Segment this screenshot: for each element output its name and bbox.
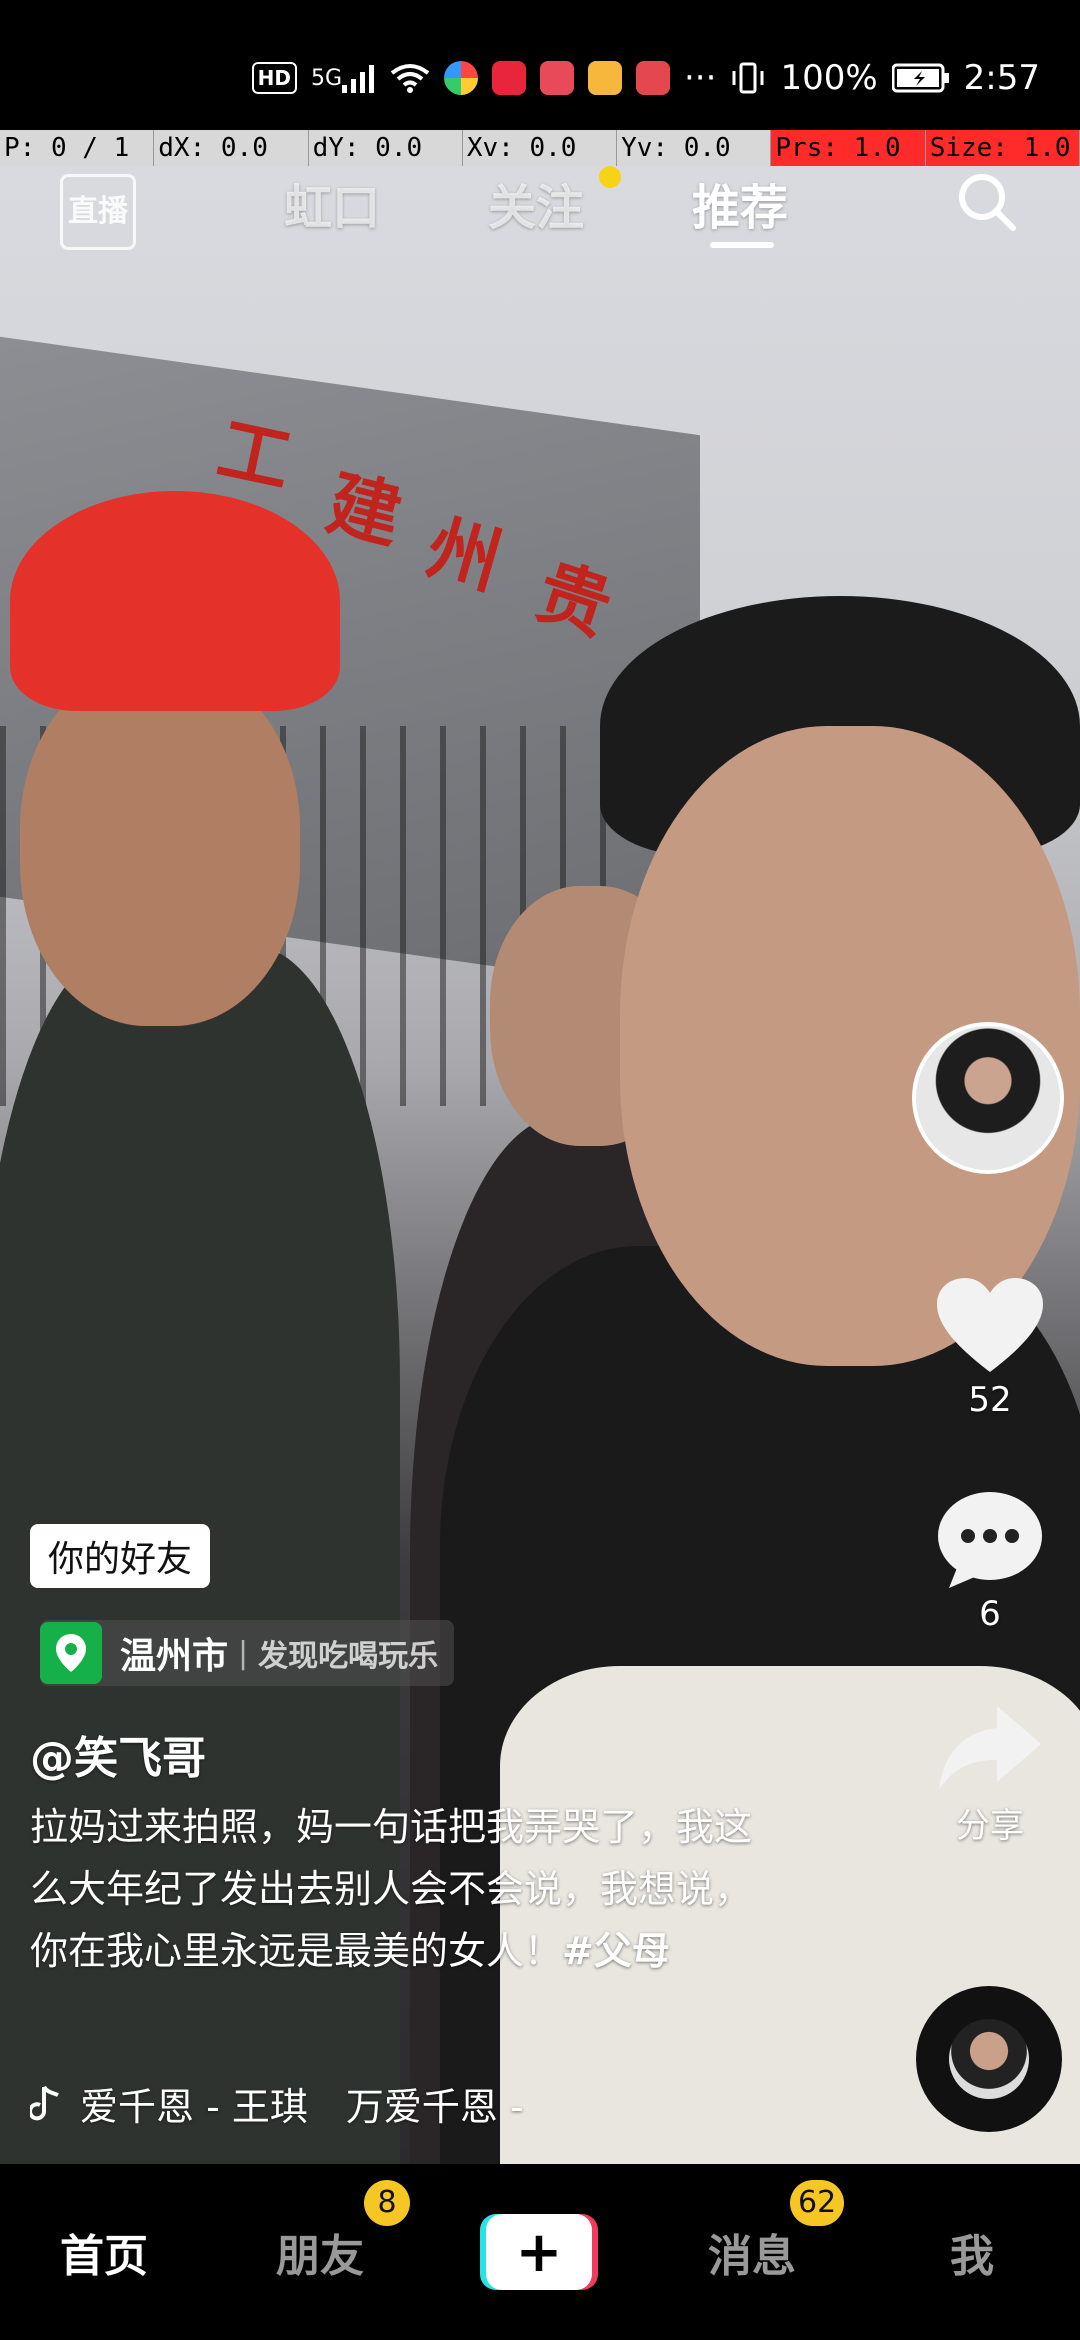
debug-yv: Yv: 0.0 xyxy=(617,130,772,166)
active-tab-indicator xyxy=(710,242,774,248)
location-tag[interactable]: 温州市 | 发现吃喝玩乐 xyxy=(40,1620,455,1686)
nav-me[interactable]: 我 xyxy=(950,2220,994,2284)
shopping-app-icon xyxy=(492,61,526,95)
vibrate-icon xyxy=(730,61,766,95)
location-city: 温州市 xyxy=(120,1636,229,1677)
tab-recommended[interactable]: 推荐 xyxy=(692,168,788,238)
debug-pressure: Prs: 1.0 xyxy=(771,130,926,166)
comment-count: 6 xyxy=(979,1594,1001,1634)
comment-icon xyxy=(938,1492,1042,1588)
tab-following[interactable]: 关注 xyxy=(488,168,584,238)
search-icon[interactable] xyxy=(955,170,1019,234)
wifi-icon xyxy=(390,63,430,93)
nav-messages[interactable]: 消息 xyxy=(708,2220,796,2284)
nav-home[interactable]: 首页 xyxy=(60,2220,148,2284)
location-pin-icon xyxy=(40,1622,102,1684)
video-red-helmet xyxy=(10,491,340,711)
author-name[interactable]: @笑飞哥 xyxy=(30,1722,206,1786)
location-subtitle: 发现吃喝玩乐 xyxy=(258,1639,439,1674)
bottom-nav: 首页 朋友 8 + 消息 62 我 xyxy=(0,2164,1080,2340)
pointer-location-bar: P: 0 / 1 dX: 0.0 dY: 0.0 Xv: 0.0 Yv: 0.0… xyxy=(0,130,1080,166)
status-bar: HD 5G ··· 100% 2:57 xyxy=(0,0,1080,130)
post-caption[interactable]: 拉妈过来拍照，妈一句话把我弄哭了，我这么大年纪了发出去别人会不会说，我想说，你在… xyxy=(30,1796,770,1982)
messages-badge: 62 xyxy=(790,2180,845,2226)
network-label: 5G xyxy=(310,65,342,91)
like-count: 52 xyxy=(968,1380,1012,1420)
author-avatar[interactable] xyxy=(912,1022,1064,1174)
music-title: 爱千恩 - 王琪 万爱千恩 - xyxy=(80,2085,524,2129)
more-notifications-icon: ··· xyxy=(684,58,717,98)
music-note-icon xyxy=(30,2085,59,2120)
hd-icon: HD xyxy=(251,62,297,94)
share-label: 分享 xyxy=(956,1806,1024,1846)
signal-icon: 5G xyxy=(311,63,376,93)
battery-percent: 100% xyxy=(780,58,878,98)
debug-dx: dX: 0.0 xyxy=(154,130,309,166)
debug-xv: Xv: 0.0 xyxy=(462,130,618,166)
nav-friends[interactable]: 朋友 xyxy=(276,2220,364,2284)
location-divider: | xyxy=(238,1635,249,1671)
clock: 2:57 xyxy=(963,58,1040,98)
book-app-icon xyxy=(636,61,670,95)
music-disc[interactable] xyxy=(916,1986,1062,2132)
music-disc-avatar xyxy=(949,2019,1029,2099)
like-button[interactable]: 52 xyxy=(930,1276,1050,1420)
create-button[interactable]: + xyxy=(480,2214,598,2290)
live-button[interactable]: 直播 xyxy=(60,174,136,250)
hashtag[interactable]: #父母 xyxy=(562,1929,670,1973)
tab-local[interactable]: 虹口 xyxy=(284,168,380,238)
share-button[interactable]: 分享 xyxy=(930,1704,1050,1847)
debug-size: Size: 1.0 xyxy=(925,130,1080,166)
video-person-left-face xyxy=(20,666,300,1026)
share-arrow-icon xyxy=(939,1706,1041,1790)
plus-icon: + xyxy=(486,2214,592,2290)
comment-button[interactable]: 6 xyxy=(930,1490,1050,1634)
live-label: 直播 xyxy=(68,194,128,229)
cup-app-icon xyxy=(588,61,622,95)
top-nav: 直播 虹口 关注 推荐 xyxy=(0,166,1080,266)
following-new-dot xyxy=(599,166,621,188)
debug-dy: dY: 0.0 xyxy=(308,130,463,166)
battery-icon xyxy=(891,63,950,93)
debug-pointer-count: P: 0 / 1 xyxy=(0,130,155,166)
friends-badge: 8 xyxy=(364,2180,410,2226)
huawei-store-icon xyxy=(540,61,574,95)
heart-icon xyxy=(937,1278,1043,1372)
music-info[interactable]: 爱千恩 - 王琪 万爱千恩 - xyxy=(30,2076,524,2131)
browser-app-icon xyxy=(444,61,478,95)
friend-badge: 你的好友 xyxy=(30,1524,211,1588)
